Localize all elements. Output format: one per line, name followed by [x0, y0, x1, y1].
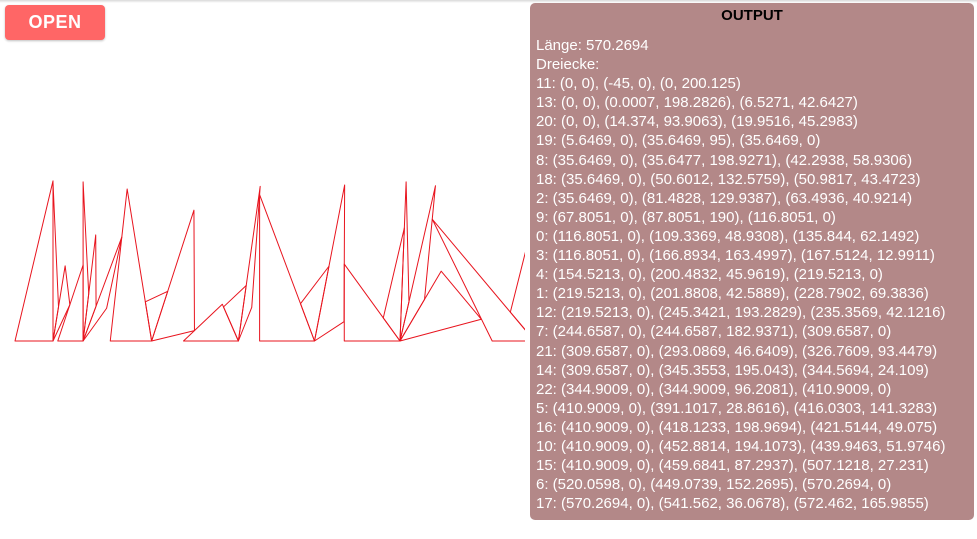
triangle-15 — [399, 270, 482, 342]
triangle-line: 4: (154.5213, 0), (200.4832, 45.9619), (… — [536, 266, 883, 284]
triangle-13 — [52, 181, 60, 342]
triangle-9 — [109, 188, 153, 342]
triangle-line: 19: (5.6469, 0), (35.6469, 95), (35.6469… — [536, 132, 821, 150]
triangle-line: 13: (0, 0), (0.0007, 198.2826), (6.5271,… — [536, 94, 858, 112]
triangle-14 — [314, 184, 346, 342]
triangle-line: 12: (219.5213, 0), (245.3421, 193.2829),… — [536, 304, 946, 322]
triangle-drawing-canvas — [14, 180, 525, 342]
triangle-19 — [57, 264, 84, 342]
triangle-line: 9: (67.8051, 0), (87.8051, 190), (116.80… — [536, 208, 836, 226]
triangle-line: 2: (35.6469, 0), (81.4828, 129.9387), (6… — [536, 189, 913, 207]
triangle-line: 5: (410.9009, 0), (391.1017, 28.8616), (… — [536, 399, 938, 417]
triangle-list: 11: (0, 0), (-45, 0), (0, 200.125) 13: (0… — [536, 74, 970, 512]
triangle-line: 3: (116.8051, 0), (166.8934, 163.4997), … — [536, 247, 935, 265]
triangle-21 — [300, 265, 330, 342]
triangle-line: 18: (35.6469, 0), (50.6012, 132.5759), (… — [536, 170, 921, 188]
length-line: Länge: 570.2694 — [536, 37, 649, 54]
triangle-line: 1: (219.5213, 0), (201.8808, 42.5889), (… — [536, 285, 929, 303]
triangle-line: 0: (116.8051, 0), (109.3369, 48.9308), (… — [536, 227, 920, 245]
triangle-16 — [399, 181, 410, 342]
triangle-line: 8: (35.6469, 0), (35.6477, 198.9271), (4… — [536, 151, 913, 169]
triangle-11 — [14, 180, 54, 342]
output-title: OUTPUT — [721, 7, 783, 24]
triangle-5 — [382, 227, 405, 342]
triangle-6 — [431, 218, 525, 342]
triangle-0 — [144, 290, 169, 342]
triangle-12 — [237, 185, 261, 342]
triangle-line: 22: (344.9009, 0), (344.9009, 96.2081), … — [536, 380, 892, 398]
triangle-3 — [151, 209, 195, 342]
triangle-line: 20: (0, 0), (14.374, 93.9063), (19.9516,… — [536, 113, 858, 131]
triangles-heading: Dreiecke: — [536, 56, 600, 74]
output-text: Länge: 570.2694 Dreiecke: 11: (0, 0), (-… — [536, 36, 970, 512]
triangle-line: 14: (309.6587, 0), (345.3553, 195.043), … — [536, 361, 929, 379]
triangle-line: 15: (410.9009, 0), (459.6841, 87.2937), … — [536, 457, 929, 475]
triangle-line: 21: (309.6587, 0), (293.0869, 46.6409), … — [536, 342, 938, 360]
triangle-line: 16: (410.9009, 0), (418.1233, 198.9694),… — [536, 418, 938, 436]
triangle-line: 10: (410.9009, 0), (452.8814, 194.1073),… — [536, 437, 946, 455]
triangle-line: 7: (244.6587, 0), (244.6587, 182.9371), … — [536, 323, 892, 341]
open-button[interactable]: OPEN — [5, 5, 105, 40]
triangle-line: 6: (520.0598, 0), (449.0739, 152.2695), … — [536, 476, 892, 494]
triangle-line: 17: (570.2694, 0), (541.562, 36.0678), (… — [536, 495, 929, 513]
output-panel: OUTPUT Länge: 570.2694 Dreiecke: 11: (0,… — [530, 3, 974, 520]
triangle-17 — [509, 251, 525, 331]
triangle-line: 11: (0, 0), (-45, 0), (0, 200.125) — [536, 75, 741, 93]
